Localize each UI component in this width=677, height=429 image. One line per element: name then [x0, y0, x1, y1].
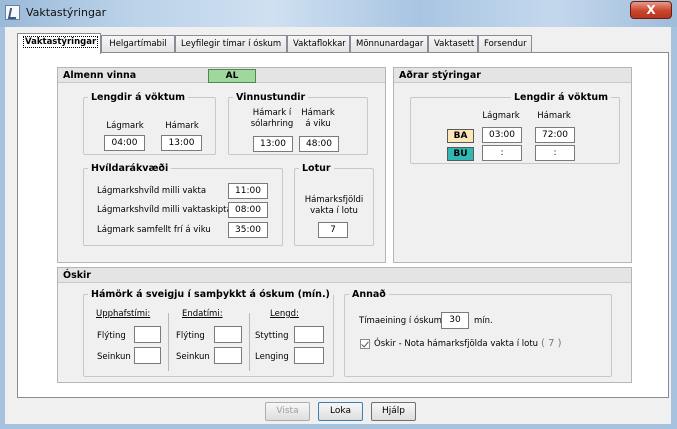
tab-forsendur[interactable]: Forsendur [478, 35, 532, 52]
panel-adrar-styringar: Aðrar stýringar Lengdir á vöktum Lágmark… [393, 67, 632, 263]
weekly-rest-input[interactable]: 35:00 [228, 222, 268, 238]
start-earlier-label: Flýting [97, 331, 126, 341]
shift-code-badge-bu: BU [447, 147, 474, 161]
day-max-label: Hámark í sólarhring [250, 108, 294, 129]
max-length-input[interactable]: 13:00 [161, 135, 202, 151]
max-shifts-checkbox-label: Óskir - Nota hámarksfjölda vakta í lotu [374, 339, 539, 349]
bu-max-input[interactable]: : [535, 145, 575, 161]
start-time-heading: Upphafstími: [96, 309, 151, 319]
rest-between-shifts-input[interactable]: 11:00 [228, 183, 268, 199]
max-shifts-per-run-label: Hámarksfjöldi vakta í lotu [304, 195, 364, 216]
shift-code-badge: AL [208, 69, 256, 83]
panel-title: Óskir [58, 268, 631, 283]
max-shifts-value: ( 7 ) [541, 338, 562, 349]
tab-monnunardagar[interactable]: Mönnunardagar [350, 35, 428, 52]
app-icon [5, 5, 20, 20]
fieldset-legend: Lengdir á vöktum [514, 92, 609, 103]
end-later-label: Seinkun [176, 352, 210, 362]
tab-vaktasett[interactable]: Vaktasett [428, 35, 478, 52]
max-shifts-checkbox[interactable] [360, 339, 370, 349]
fieldset-legend: Lengdir á vöktum [91, 92, 186, 103]
end-later-input[interactable] [214, 347, 242, 364]
day-max-input[interactable]: 13:00 [253, 136, 293, 152]
title-bar: Vaktastýringar X [0, 0, 677, 27]
end-time-heading: Endatími: [182, 309, 223, 319]
shift-code-badge-ba: BA [447, 129, 474, 143]
min-length-input[interactable]: 04:00 [104, 135, 145, 151]
lengthen-label: Lenging [255, 352, 289, 362]
help-button[interactable]: Hjálp [371, 402, 416, 421]
fieldset-legend: Hámörk á sveigju í samþykkt á óskum (mín… [91, 289, 330, 300]
fieldset-annad: Annað [344, 289, 612, 377]
max-label: Hámark [537, 111, 571, 121]
time-unit-suffix: mín. [474, 316, 493, 326]
start-earlier-input[interactable] [134, 326, 161, 343]
window-frame: Vaktastýringar Helgartímabil Leyfilegir … [0, 27, 677, 429]
week-max-input[interactable]: 48:00 [299, 136, 339, 152]
fieldset-legend: Hvíldarákvæði [91, 163, 169, 174]
end-earlier-label: Flýting [176, 331, 205, 341]
tab-label: Vaktastýringar [23, 36, 99, 48]
length-heading: Lengd: [270, 309, 299, 319]
week-max-label: Hámark á viku [301, 108, 335, 129]
max-label: Hámark [165, 121, 199, 131]
shorten-input[interactable] [294, 326, 324, 343]
end-earlier-input[interactable] [214, 326, 242, 343]
min-label: Lágmark [106, 121, 144, 131]
rest-between-shifts-label: Lágmarkshvíld milli vakta [97, 186, 207, 196]
start-later-label: Seinkun [97, 352, 131, 362]
view-button[interactable]: Vista [265, 402, 310, 421]
tab-page: Almenn vinna AL Lengdir á vöktum Lágmark… [17, 52, 669, 398]
divider [249, 313, 250, 371]
time-unit-input[interactable]: 30 [441, 312, 469, 329]
min-label: Lágmark [482, 111, 520, 121]
rest-between-changes-input[interactable]: 08:00 [228, 202, 268, 218]
time-unit-label: Tímaeining í óskum [359, 316, 442, 326]
lengthen-input[interactable] [294, 347, 324, 364]
divider [168, 313, 169, 371]
ba-min-input[interactable]: 03:00 [482, 127, 522, 143]
tab-leyfilegir-timar[interactable]: Leyfilegir tímar í óskum [175, 35, 287, 52]
max-shifts-per-run-input[interactable]: 7 [318, 222, 348, 238]
panel-almenn-vinna: Almenn vinna AL Lengdir á vöktum Lágmark… [57, 67, 386, 263]
close-button[interactable]: X [630, 1, 672, 19]
bu-min-input[interactable]: : [482, 145, 522, 161]
weekly-rest-label: Lágmark samfellt frí á viku [97, 225, 211, 235]
start-later-input[interactable] [134, 347, 161, 364]
tab-vaktastyringar[interactable]: Vaktastýringar [17, 33, 101, 54]
fieldset-legend: Annað [352, 289, 386, 300]
window-title: Vaktastýringar [26, 6, 107, 19]
dialog-client: Vaktastýringar Helgartímabil Leyfilegir … [5, 27, 671, 424]
rest-between-changes-label: Lágmarkshvíld milli vaktaskipta [97, 205, 232, 215]
ba-max-input[interactable]: 72:00 [535, 127, 575, 143]
fieldset-legend: Vinnustundir [236, 92, 306, 103]
close-dialog-button[interactable]: Loka [318, 402, 363, 421]
panel-oskir: Óskir Hámörk á sveigju í samþykkt á ósku… [57, 267, 632, 383]
tab-helgartimabil[interactable]: Helgartímabil [101, 35, 175, 52]
shorten-label: Stytting [255, 331, 289, 341]
tab-vaktaflokkar[interactable]: Vaktaflokkar [287, 35, 350, 52]
panel-title: Aðrar stýringar [394, 68, 631, 83]
fieldset-legend: Lotur [302, 163, 331, 174]
